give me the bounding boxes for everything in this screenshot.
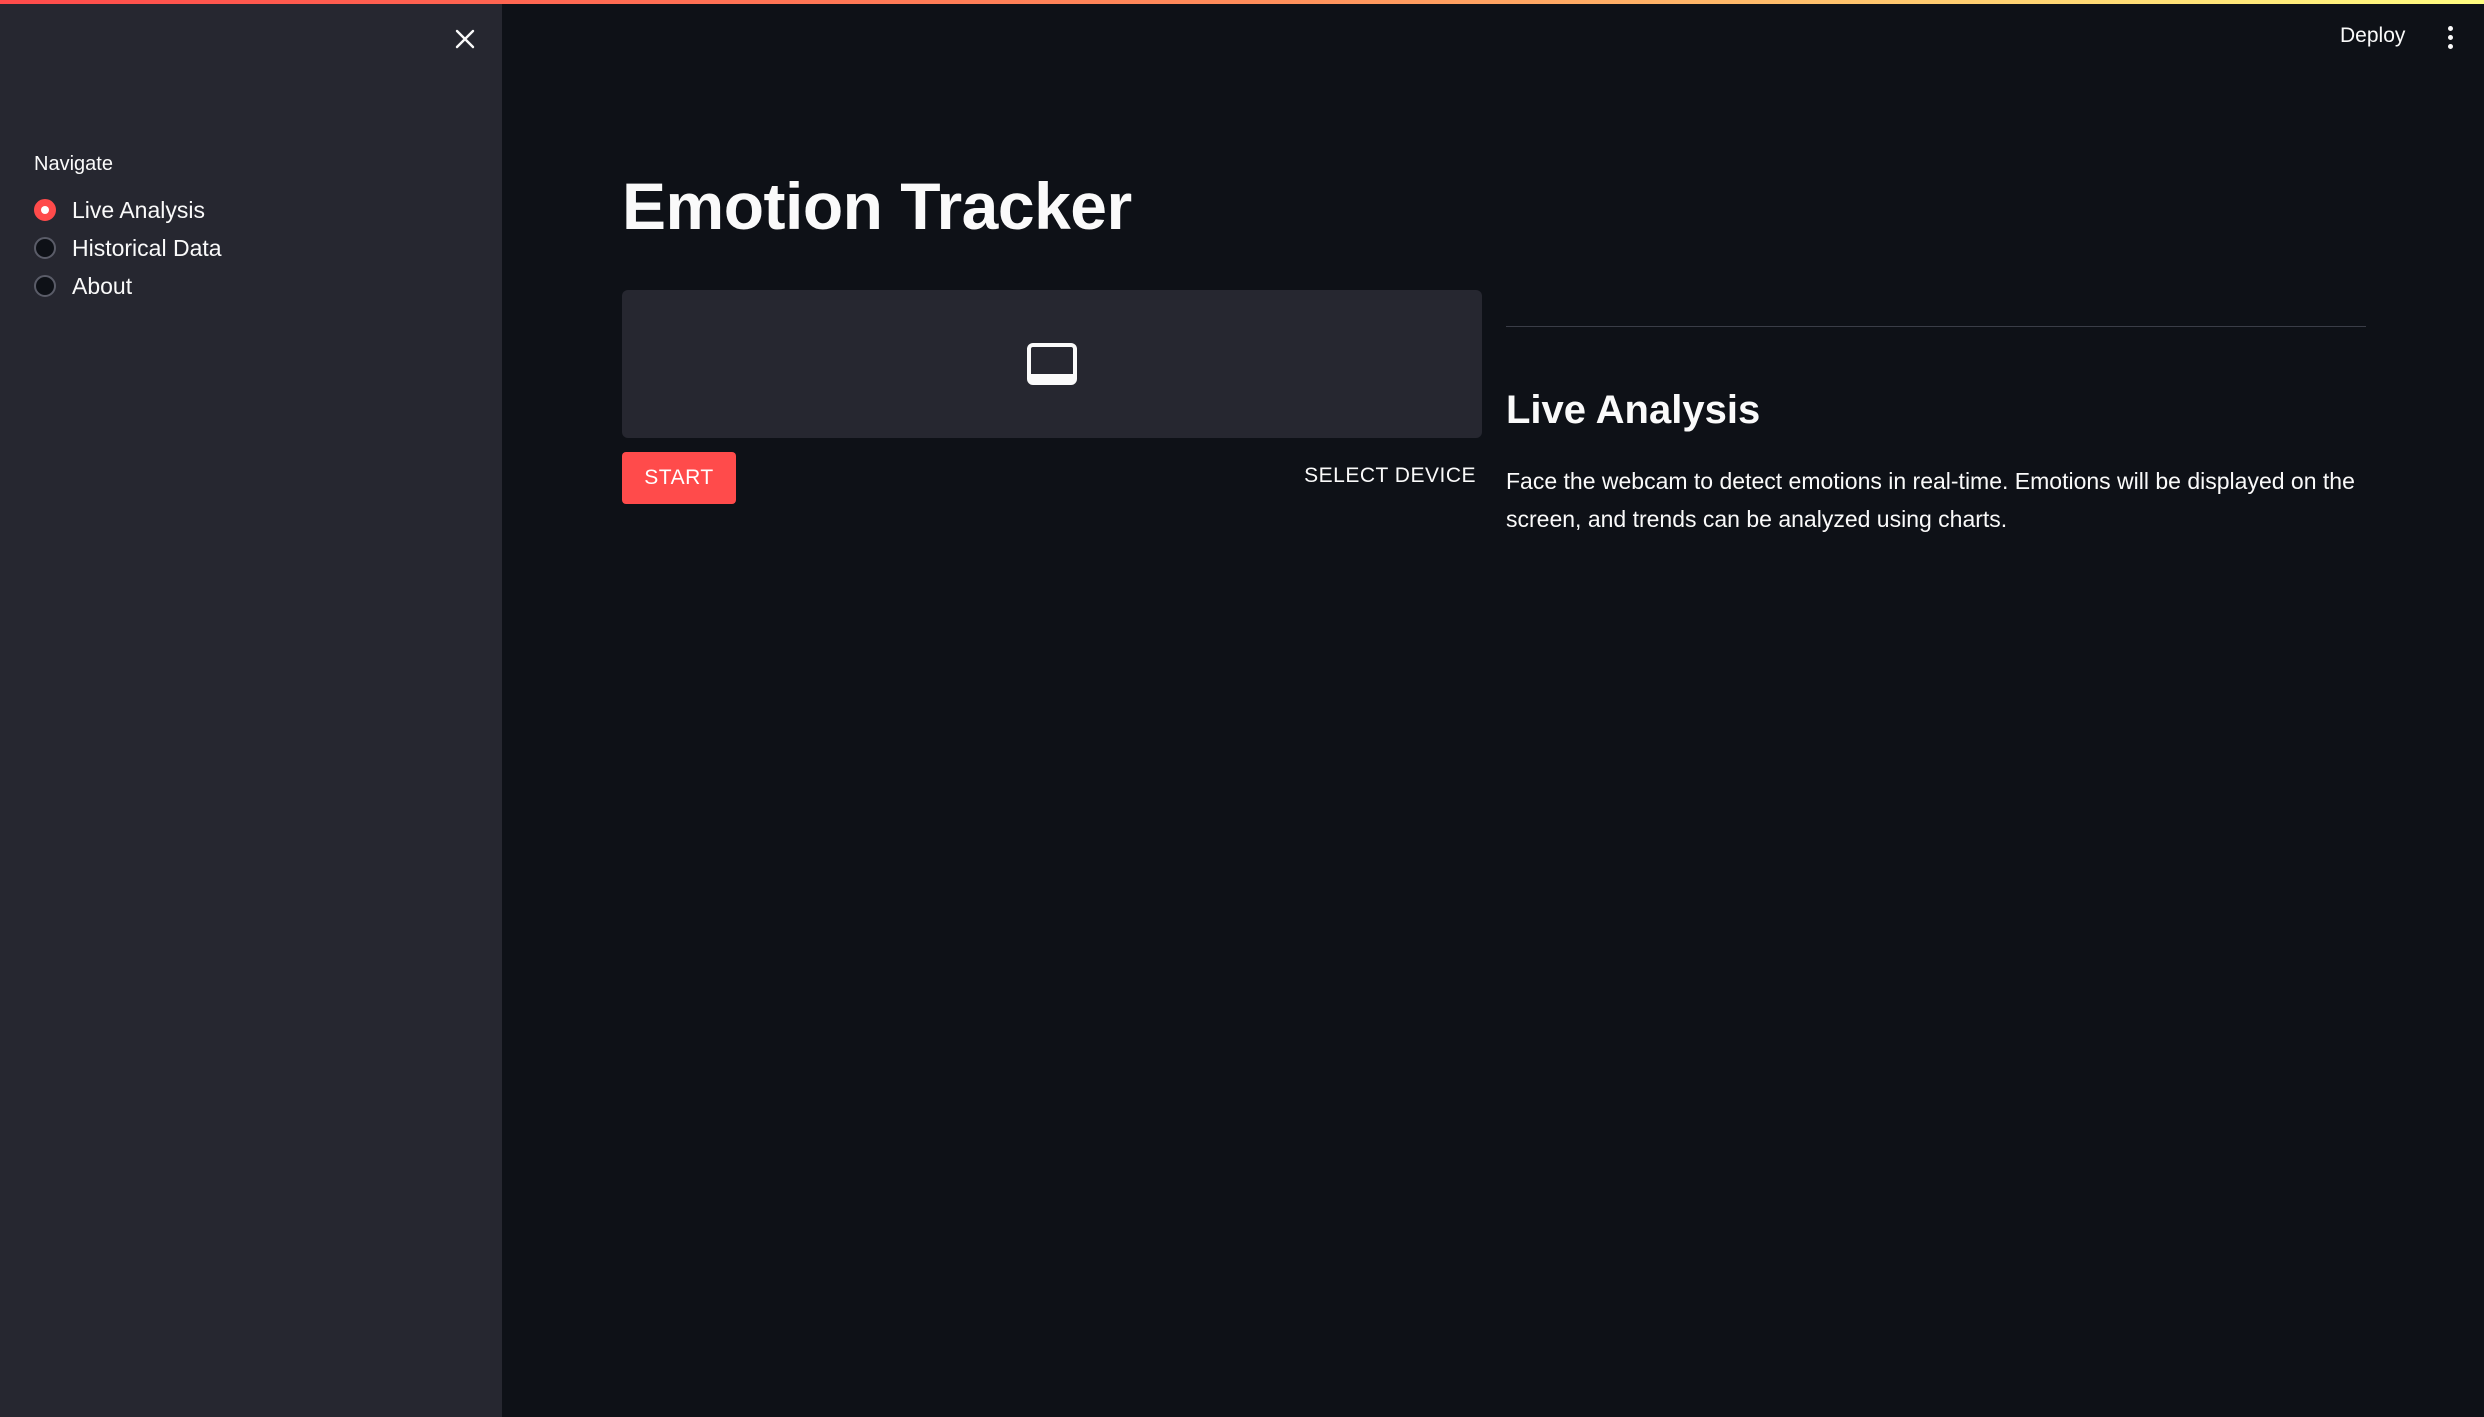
radio-button[interactable] [34,237,56,259]
navigate-radio-group: Live Analysis Historical Data About [34,191,222,305]
video-display-icon [1027,343,1077,385]
close-icon [455,29,475,49]
radio-option-about[interactable]: About [34,267,222,305]
select-device-button[interactable]: SELECT DEVICE [1296,464,1476,488]
navigate-label: Navigate [34,153,113,175]
radio-button[interactable] [34,275,56,297]
start-button[interactable]: START [622,452,736,504]
kebab-menu-icon[interactable] [2440,22,2460,52]
radio-label: Historical Data [72,234,222,261]
radio-option-live-analysis[interactable]: Live Analysis [34,191,222,229]
radio-button-selected[interactable] [34,199,56,221]
radio-label: About [72,272,133,299]
radio-option-historical-data[interactable]: Historical Data [34,229,222,267]
divider [1506,326,2366,327]
section-heading: Live Analysis [1506,388,1761,432]
page-title: Emotion Tracker [622,169,1132,243]
radio-label: Live Analysis [72,196,205,223]
sidebar: Navigate Live Analysis Historical Data A… [0,0,502,1417]
top-decoration-bar [0,0,2484,4]
close-sidebar-button[interactable] [448,22,482,56]
deploy-button[interactable]: Deploy [2340,24,2405,48]
webcam-video-area [622,290,1482,438]
section-description: Face the webcam to detect emotions in re… [1506,468,2355,532]
